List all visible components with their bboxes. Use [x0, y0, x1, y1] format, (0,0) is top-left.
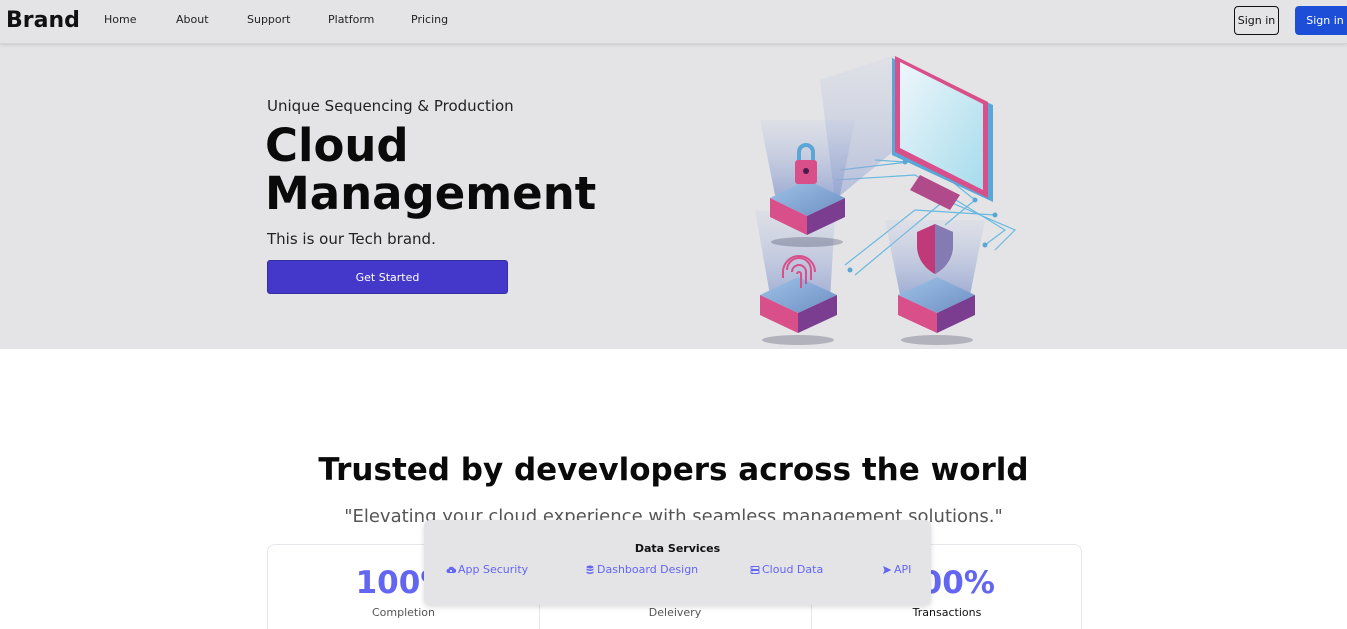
- nav-link-platform[interactable]: Platform: [328, 13, 374, 26]
- sign-in-outline-button[interactable]: Sign in: [1234, 6, 1279, 35]
- service-dashboard-design[interactable]: Dashboard Design: [585, 563, 698, 576]
- service-api[interactable]: API: [882, 563, 911, 576]
- nav-link-support[interactable]: Support: [247, 13, 290, 26]
- data-services-dropdown: Data Services App Security Dashboard Des…: [424, 520, 931, 605]
- database-icon: [586, 565, 594, 574]
- service-label: App Security: [458, 563, 529, 576]
- hero-title-line-2: Management: [265, 167, 597, 220]
- service-app-security[interactable]: App Security: [446, 563, 528, 576]
- sign-in-button[interactable]: Sign in: [1295, 6, 1347, 35]
- stat-label: Transactions: [912, 606, 982, 619]
- hero-title-line-1: Cloud: [265, 119, 409, 172]
- nav-link-home[interactable]: Home: [104, 13, 136, 26]
- hero-title: Cloud Management: [265, 122, 596, 218]
- service-cloud-data[interactable]: Cloud Data: [750, 563, 823, 576]
- hero-subtitle: This is our Tech brand.: [267, 230, 436, 248]
- cloud-lock-icon: [446, 566, 456, 573]
- server-icon: [750, 565, 760, 574]
- trusted-heading: Trusted by devevlopers across the world: [318, 452, 1029, 488]
- cloud-security-illustration: [755, 55, 1017, 345]
- stat-label: Deleivery: [648, 606, 702, 619]
- service-label: Cloud Data: [762, 563, 824, 576]
- stat-label: Completion: [371, 606, 435, 619]
- brand-logo[interactable]: Brand: [6, 8, 80, 33]
- hero-section: Unique Sequencing & Production Cloud Man…: [0, 44, 1347, 349]
- top-navbar: Brand Home About Support Platform Pricin…: [0, 0, 1347, 44]
- nav-link-pricing[interactable]: Pricing: [411, 13, 448, 26]
- hero-eyebrow: Unique Sequencing & Production: [267, 97, 514, 115]
- service-label: Dashboard Design: [597, 563, 699, 576]
- nav-link-about[interactable]: About: [176, 13, 209, 26]
- service-label: API: [894, 563, 912, 576]
- send-icon: [883, 565, 892, 574]
- dropdown-title: Data Services: [634, 542, 721, 555]
- get-started-button[interactable]: Get Started: [267, 260, 508, 294]
